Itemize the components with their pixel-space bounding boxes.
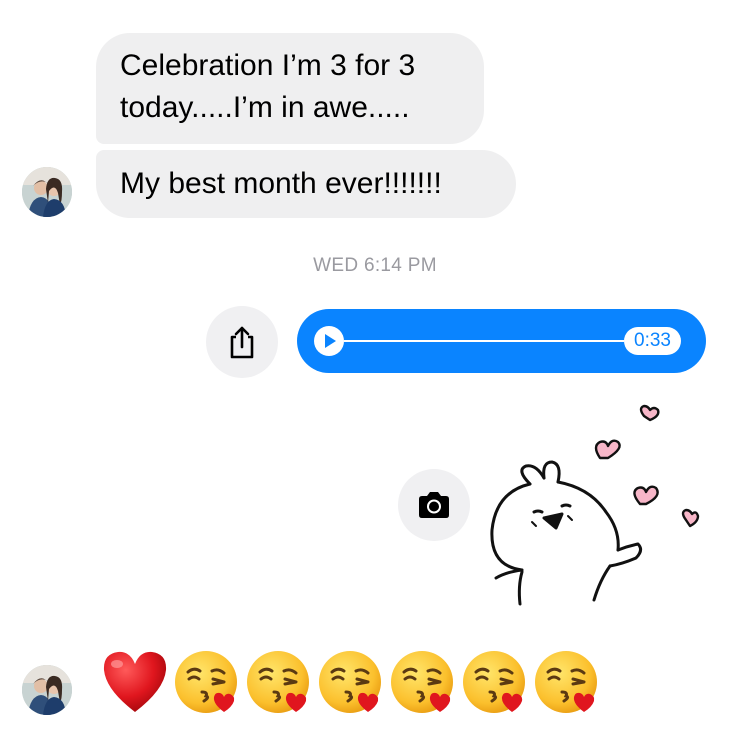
play-icon[interactable] [314,326,344,356]
avatar[interactable] [22,665,72,715]
face-blowing-a-kiss-icon [463,651,525,713]
audio-message-bubble[interactable]: 0:33 [297,309,706,373]
camera-icon [419,492,449,518]
avatar[interactable] [22,167,72,217]
message-text: My best month ever!!!!!!! [120,167,442,200]
face-blowing-a-kiss-icon [391,651,453,713]
share-button[interactable] [206,306,278,378]
face-blowing-a-kiss-icon [247,651,309,713]
face-blowing-a-kiss-icon [175,651,237,713]
audio-progress-track[interactable] [344,340,624,342]
conversation-view: Celebration I’m 3 for 3 today.....I’m in… [0,0,750,748]
bunny-hearts-sticker[interactable] [478,400,728,612]
share-icon [230,326,254,359]
incoming-message-bubble[interactable]: Celebration I’m 3 for 3 today.....I’m in… [96,33,484,144]
emoji-message[interactable] [100,642,602,722]
face-blowing-a-kiss-icon [535,651,597,713]
incoming-message-bubble[interactable]: My best month ever!!!!!!! [96,150,516,218]
face-blowing-a-kiss-icon [319,651,381,713]
camera-button[interactable] [398,469,470,541]
message-text: Celebration I’m 3 for 3 today.....I’m in… [120,49,416,124]
audio-duration: 0:33 [624,327,681,355]
red-heart-icon [103,651,167,712]
timestamp: WED 6:14 PM [313,255,437,276]
